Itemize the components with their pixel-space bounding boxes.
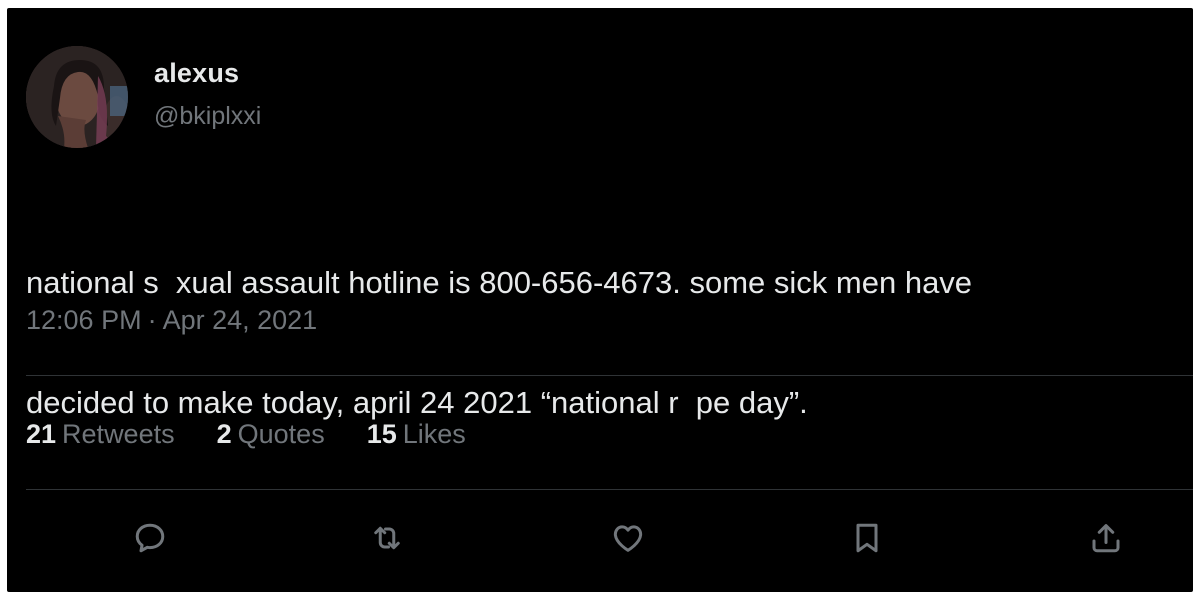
reply-button[interactable] [128,516,172,560]
share-upload-icon [1092,524,1120,553]
quotes-label: Quotes [237,419,325,449]
engagement-stats: 21 Retweets 2 Quotes 15 Likes [26,419,466,450]
avatar[interactable] [26,46,128,148]
tweet-timestamp[interactable]: 12:06 PM · Apr 24, 2021 [26,305,317,336]
like-button[interactable] [606,516,650,560]
bookmark-icon [856,523,878,553]
divider [26,489,1193,490]
tweet-card: alexus @bkiplxxi national s xual assault… [7,8,1193,592]
quotes-count: 2 [216,419,232,449]
divider [26,375,1193,376]
bookmark-button[interactable] [845,516,889,560]
speech-bubble-icon [135,523,165,553]
share-button[interactable] [1084,516,1128,560]
retweets-count: 21 [26,419,57,449]
likes-label: Likes [402,419,466,449]
quotes-stat[interactable]: 2 Quotes [217,419,325,450]
timestamp-separator: · [147,305,157,335]
avatar-image [26,46,128,148]
tweet-text: national s xual assault hotline is 800-6… [26,183,1186,503]
likes-count: 15 [366,419,397,449]
timestamp-time: 12:06 PM [26,305,142,335]
display-name[interactable]: alexus [154,58,239,89]
likes-stat[interactable]: 15 Likes [367,419,466,450]
action-bar [7,516,1193,566]
retweets-stat[interactable]: 21 Retweets [26,419,175,450]
tweet-text-line: national s xual assault hotline is 800-6… [26,265,973,300]
heart-icon [613,525,643,552]
retweets-label: Retweets [62,419,175,449]
tweet-text-line: decided to make today, april 24 2021 “na… [26,385,808,420]
user-handle[interactable]: @bkiplxxi [154,102,261,131]
retweet-button[interactable] [365,516,409,560]
retweet-arrows-icon [374,526,400,550]
timestamp-date: Apr 24, 2021 [162,305,318,335]
